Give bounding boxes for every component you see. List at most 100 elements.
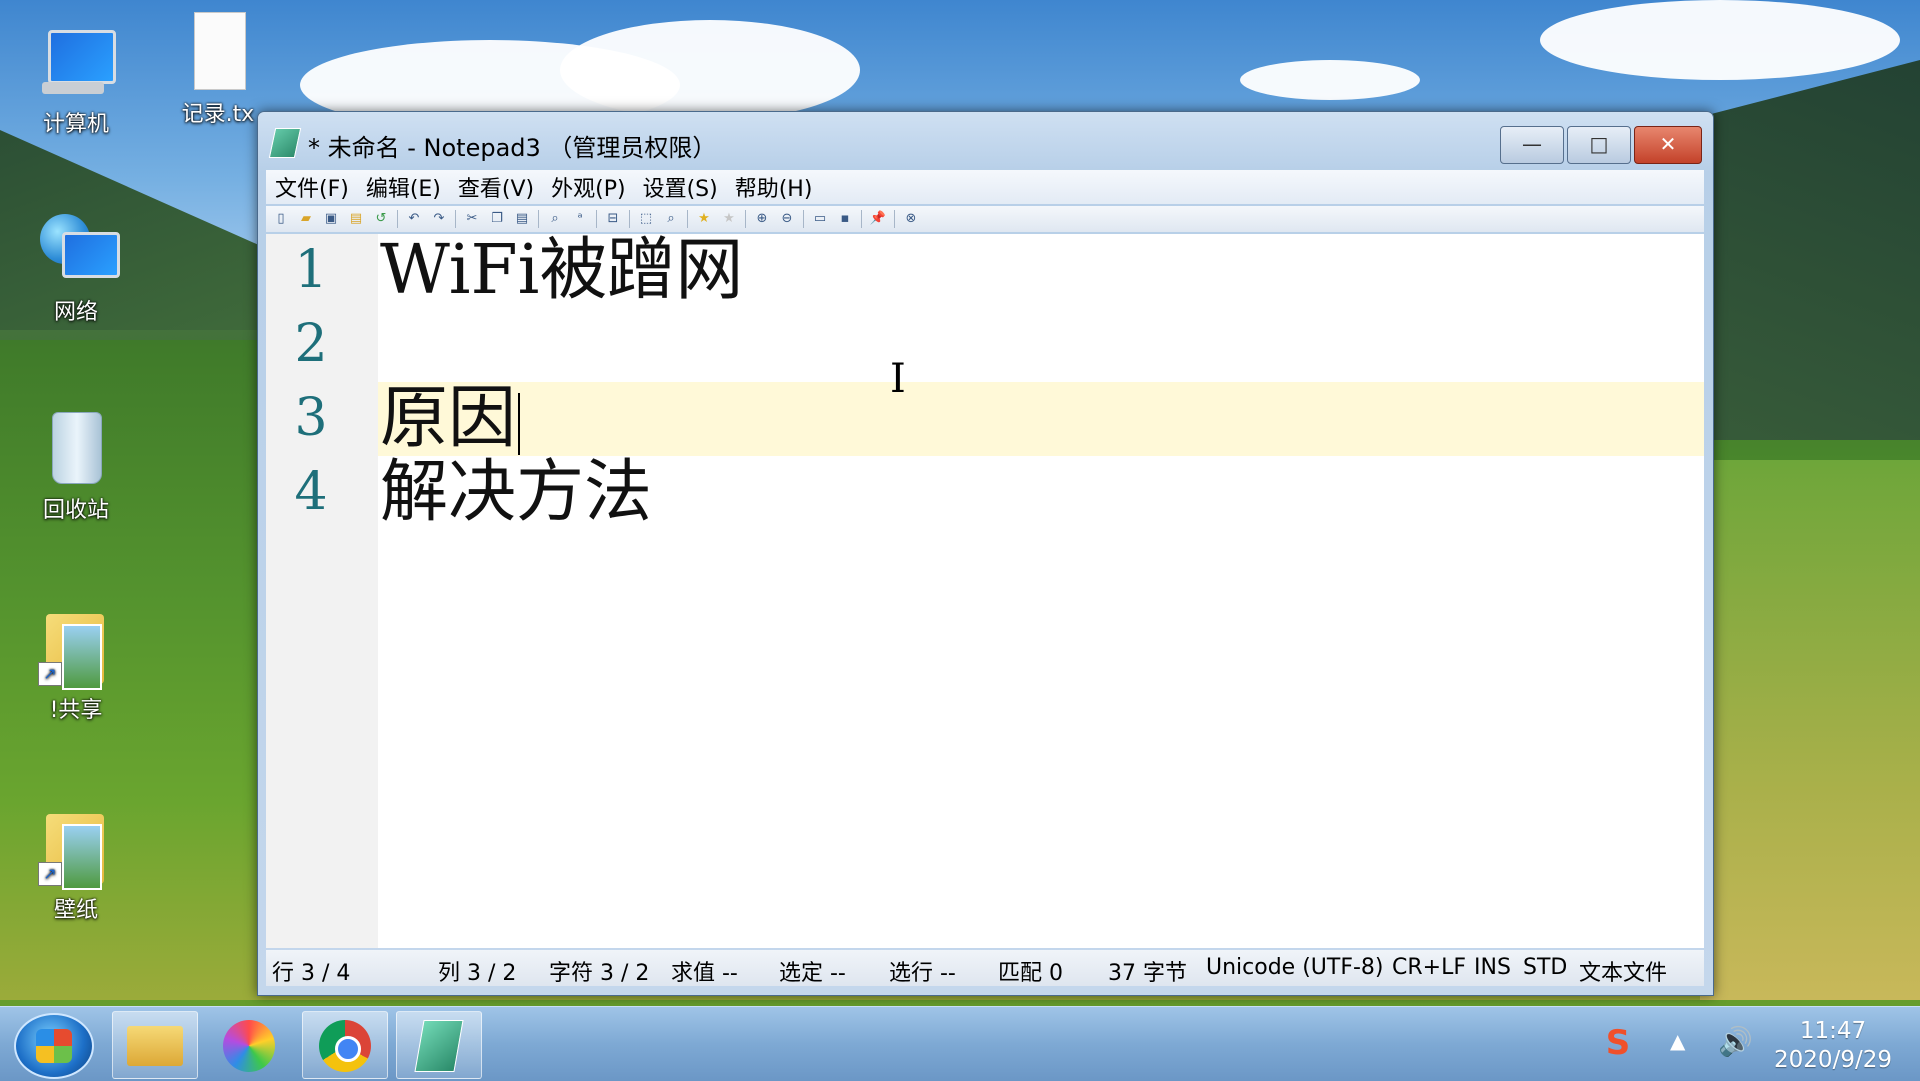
menu-view[interactable]: 查看(V) [449, 171, 542, 203]
status-eol[interactable]: CR+LF [1392, 955, 1466, 980]
select-icon[interactable]: ⬚ [637, 210, 655, 228]
cloud [1240, 60, 1420, 100]
clock-date: 2020/9/29 [1774, 1047, 1892, 1073]
add-favorite-icon[interactable]: ★ [720, 210, 738, 228]
toolbar-separator [538, 210, 539, 228]
editor-line[interactable]: WiFi被蹭网 [378, 234, 1704, 308]
undo-icon[interactable]: ↶ [405, 210, 423, 228]
status-match: 匹配 0 [998, 961, 1063, 986]
wrap-icon[interactable]: ⊟ [604, 210, 622, 228]
favorite-icon[interactable]: ★ [695, 210, 713, 228]
editor-line[interactable]: 解决方法 [378, 456, 1704, 530]
folder-shortcut-icon: ↗ [36, 808, 116, 890]
notepad3-icon [414, 1020, 464, 1072]
line-number: 1 [294, 240, 328, 300]
browser-icon [223, 1020, 275, 1072]
menu-bar: 文件(F) 编辑(E) 查看(V) 外观(P) 设置(S) 帮助(H) [266, 170, 1704, 204]
toolbar-separator [861, 210, 862, 228]
line-number: 3 [294, 388, 328, 448]
desktop-icon-record-txt[interactable]: 记录.tx [168, 12, 268, 128]
taskbar-explorer[interactable] [112, 1011, 198, 1079]
toolbar-separator [455, 210, 456, 228]
maximize-button[interactable]: □ [1567, 126, 1631, 164]
computer-icon [36, 22, 116, 100]
status-std[interactable]: STD [1523, 955, 1567, 980]
status-value: 求值 -- [671, 961, 738, 986]
replace-icon[interactable]: ᵃ [571, 210, 589, 228]
cut-icon[interactable]: ✂ [463, 210, 481, 228]
status-ins[interactable]: INS [1474, 955, 1511, 980]
windows-logo-icon [36, 1029, 72, 1063]
folder-shortcut-icon: ↗ [36, 608, 116, 690]
console-icon[interactable]: ▪ [836, 210, 854, 228]
copy-icon[interactable]: ❐ [488, 210, 506, 228]
desktop-icon-share[interactable]: ↗ !共享 [16, 608, 136, 724]
start-button[interactable] [14, 1013, 94, 1079]
desktop-icon-recycle-bin[interactable]: 回收站 [16, 408, 136, 524]
window-title: * 未命名 - Notepad3 （管理员权限） [308, 134, 717, 162]
desktop-field-right [1700, 460, 1920, 1000]
menu-help[interactable]: 帮助(H) [726, 171, 821, 203]
menu-file[interactable]: 文件(F) [266, 171, 357, 203]
new-icon[interactable]: ▯ [272, 210, 290, 228]
system-clock[interactable]: 11:47 2020/9/29 [1768, 1017, 1898, 1075]
line-text: WiFi被蹭网 [380, 231, 744, 310]
save-as-icon[interactable]: ▤ [347, 210, 365, 228]
desktop-icon-computer[interactable]: 计算机 [16, 22, 136, 138]
desktop-icon-network[interactable]: 网络 [16, 210, 136, 326]
status-bytes: 37 字节 [1108, 961, 1187, 986]
recycle-bin-icon [36, 408, 116, 486]
taskbar-chrome[interactable] [302, 1011, 388, 1079]
status-encoding[interactable]: Unicode (UTF-8) [1206, 955, 1384, 980]
status-bar: 行 3 / 4 列 3 / 2 字符 3 / 2 求值 -- 选定 -- 选行 … [266, 950, 1704, 986]
toolbar-separator [397, 210, 398, 228]
toolbar-separator [629, 210, 630, 228]
toolbar-separator [745, 210, 746, 228]
toolbar-separator [687, 210, 688, 228]
toolbar-separator [894, 210, 895, 228]
redo-icon[interactable]: ↷ [430, 210, 448, 228]
desktop-icon-label: 壁纸 [53, 898, 98, 923]
zoom-out-icon[interactable]: ⊖ [778, 210, 796, 228]
status-column: 列 3 / 2 [438, 961, 517, 986]
line-text-wrap: 原因 [380, 379, 521, 458]
find-icon[interactable]: ⌕ [546, 210, 564, 228]
open-icon[interactable]: ▰ [297, 210, 315, 228]
paste-icon[interactable]: ▤ [513, 210, 531, 228]
taskbar-notepad3[interactable] [396, 1011, 482, 1079]
line-text: 原因 [380, 379, 517, 458]
revert-icon[interactable]: ↺ [372, 210, 390, 228]
scheme-icon[interactable]: ▭ [811, 210, 829, 228]
save-icon[interactable]: ▣ [322, 210, 340, 228]
notepad3-window: * 未命名 - Notepad3 （管理员权限） — □ ✕ 文件(F) 编辑(… [257, 111, 1714, 996]
menu-settings[interactable]: 设置(S) [634, 171, 726, 203]
cloud [1540, 0, 1900, 80]
pin-icon[interactable]: 📌 [869, 210, 887, 228]
cloud [560, 20, 860, 120]
text-file-icon [178, 12, 258, 90]
ime-sogou-icon[interactable]: S [1600, 1025, 1636, 1061]
desktop-icon-label: !共享 [49, 698, 103, 723]
volume-icon[interactable]: 🔊 [1718, 1025, 1753, 1058]
editor-line-current[interactable]: 原因 [378, 382, 1704, 456]
show-hidden-icons-icon[interactable]: ▲ [1670, 1029, 1685, 1053]
minimize-button[interactable]: — [1500, 126, 1564, 164]
toolbar-separator [596, 210, 597, 228]
taskbar-360-browser[interactable] [206, 1011, 292, 1079]
line-number: 2 [294, 314, 328, 374]
zoom-find-icon[interactable]: ⌕ [662, 210, 680, 228]
exit-icon[interactable]: ⊗ [902, 210, 920, 228]
chrome-icon [319, 1020, 371, 1072]
text-editor[interactable]: WiFi被蹭网 原因 解决方法 1 2 3 4 I [266, 234, 1704, 948]
desktop-icon-wallpaper[interactable]: ↗ 壁纸 [16, 808, 136, 924]
line-number: 4 [294, 462, 328, 522]
menu-appearance[interactable]: 外观(P) [542, 171, 633, 203]
desktop-icon-label: 计算机 [42, 112, 109, 137]
status-filetype[interactable]: 文本文件 [1579, 955, 1667, 987]
editor-line[interactable] [378, 308, 1704, 382]
close-button[interactable]: ✕ [1634, 126, 1702, 164]
title-bar[interactable]: * 未命名 - Notepad3 （管理员权限） — □ ✕ [258, 112, 1713, 168]
zoom-in-icon[interactable]: ⊕ [753, 210, 771, 228]
status-char: 字符 3 / 2 [549, 961, 650, 986]
menu-edit[interactable]: 编辑(E) [357, 171, 449, 203]
